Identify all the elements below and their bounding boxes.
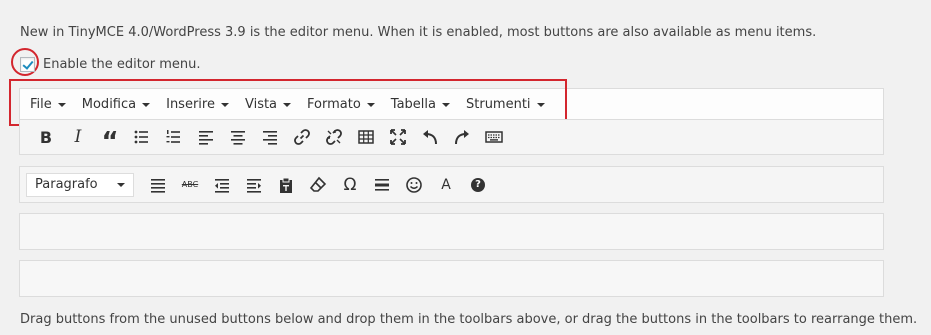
insert-table-button[interactable] bbox=[350, 122, 382, 152]
menu-modifica-label: Modifica bbox=[81, 96, 137, 112]
unlink-icon bbox=[326, 129, 342, 145]
caret-down-icon bbox=[57, 103, 66, 107]
enable-editor-menu-checkbox[interactable] bbox=[20, 57, 35, 72]
drag-instructions-text: Drag buttons from the unused buttons bel… bbox=[20, 312, 918, 327]
outdent-button[interactable] bbox=[206, 170, 238, 200]
menu-vista-label: Vista bbox=[244, 96, 278, 112]
caret-down-icon bbox=[442, 103, 450, 107]
bullet-list-icon bbox=[134, 130, 148, 144]
italic-button[interactable]: I bbox=[62, 122, 94, 152]
smiley-icon bbox=[406, 176, 422, 193]
paste-text-button[interactable] bbox=[270, 170, 302, 200]
editor-toolbar-4[interactable] bbox=[19, 260, 884, 297]
caret-down-icon bbox=[117, 182, 125, 187]
keyboard-icon bbox=[485, 131, 503, 143]
fullscreen-icon bbox=[390, 129, 406, 145]
caret-down-icon bbox=[283, 103, 292, 107]
indent-button[interactable] bbox=[238, 170, 270, 200]
menu-inserire-label: Inserire bbox=[166, 96, 215, 112]
caret-down-icon bbox=[142, 103, 151, 107]
bold-icon: B bbox=[39, 127, 53, 147]
text-color-icon: A bbox=[441, 176, 451, 193]
clipboard-icon bbox=[280, 177, 292, 193]
outdent-icon bbox=[215, 178, 229, 193]
menu-file[interactable]: File bbox=[30, 97, 66, 112]
link-icon bbox=[294, 129, 310, 145]
menu-formato-label: Formato bbox=[307, 96, 361, 112]
undo-button[interactable] bbox=[414, 122, 446, 152]
align-center-icon bbox=[231, 131, 245, 145]
emoticons-button[interactable] bbox=[398, 170, 430, 200]
insert-link-button[interactable] bbox=[286, 122, 318, 152]
menu-formato[interactable]: Formato bbox=[307, 97, 375, 112]
help-icon-glyph: ? bbox=[475, 179, 481, 190]
align-justify-icon bbox=[151, 178, 165, 193]
menu-modifica[interactable]: Modifica bbox=[81, 96, 151, 112]
eraser-icon bbox=[309, 176, 327, 192]
menu-tabella-label: Tabella bbox=[390, 96, 436, 112]
strikethrough-icon: ABC bbox=[181, 180, 199, 189]
remove-link-button[interactable] bbox=[318, 122, 350, 152]
menu-inserire[interactable]: Inserire bbox=[166, 97, 229, 112]
enable-editor-menu-row[interactable]: Enable the editor menu. bbox=[20, 57, 201, 72]
indent-icon bbox=[247, 178, 261, 193]
bold-button[interactable]: B bbox=[30, 122, 62, 152]
blockquote-button[interactable]: “ bbox=[94, 122, 126, 157]
text-color-button[interactable]: A bbox=[430, 170, 462, 200]
fullscreen-button[interactable] bbox=[382, 122, 414, 152]
strikethrough-button[interactable]: ABC bbox=[174, 170, 206, 200]
help-button[interactable]: ? bbox=[462, 170, 494, 200]
horizontal-line-button[interactable] bbox=[366, 170, 398, 200]
menu-strumenti[interactable]: Strumenti bbox=[466, 97, 545, 112]
align-left-button[interactable] bbox=[190, 122, 222, 152]
justify-button[interactable] bbox=[142, 170, 174, 200]
align-left-icon bbox=[199, 131, 213, 145]
align-center-button[interactable] bbox=[222, 122, 254, 152]
omega-icon: Ω bbox=[343, 174, 357, 195]
menu-strumenti-label: Strumenti bbox=[466, 96, 531, 112]
editor-toolbar-1: B I “ bbox=[19, 119, 884, 157]
help-icon: ? bbox=[471, 177, 485, 192]
numbered-list-button[interactable] bbox=[158, 122, 190, 152]
editor-toolbar-2: Paragrafo ABC Ω A ? bbox=[19, 166, 884, 203]
menu-vista[interactable]: Vista bbox=[244, 96, 292, 112]
enable-editor-menu-label: Enable the editor menu. bbox=[43, 57, 201, 72]
undo-icon bbox=[423, 130, 437, 145]
menu-tabella[interactable]: Tabella bbox=[391, 97, 450, 112]
caret-down-icon bbox=[536, 103, 545, 107]
redo-button[interactable] bbox=[446, 122, 478, 152]
table-icon bbox=[358, 130, 374, 144]
format-select-value: Paragrafo bbox=[35, 177, 98, 192]
editor-toolbar-3[interactable] bbox=[19, 213, 884, 250]
align-right-button[interactable] bbox=[254, 122, 286, 152]
intro-text: New in TinyMCE 4.0/WordPress 3.9 is the … bbox=[20, 25, 817, 40]
menu-file-label: File bbox=[30, 96, 52, 112]
format-select[interactable]: Paragrafo bbox=[26, 172, 134, 197]
horizontal-line-icon bbox=[375, 178, 389, 191]
caret-down-icon bbox=[366, 103, 375, 107]
editor-menubar: File Modifica Inserire Vista Formato Tab… bbox=[19, 88, 884, 120]
italic-icon: I bbox=[74, 127, 82, 147]
bullet-list-button[interactable] bbox=[126, 122, 158, 152]
clear-formatting-button[interactable] bbox=[302, 170, 334, 200]
blockquote-icon: “ bbox=[101, 127, 119, 157]
caret-down-icon bbox=[220, 103, 229, 107]
numbered-list-icon bbox=[166, 130, 180, 143]
toolbar-toggle-button[interactable] bbox=[478, 122, 510, 152]
special-character-button[interactable]: Ω bbox=[334, 170, 366, 200]
redo-icon bbox=[455, 130, 469, 145]
align-right-icon bbox=[263, 131, 277, 145]
